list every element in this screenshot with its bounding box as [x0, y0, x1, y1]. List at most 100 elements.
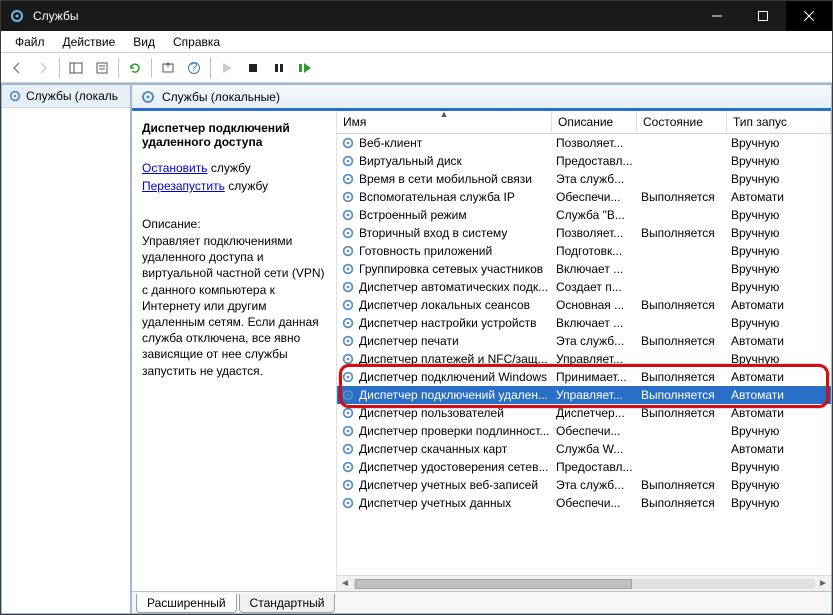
service-startup: Вручную: [727, 478, 831, 492]
table-row[interactable]: Группировка сетевых участниковВключает .…: [337, 260, 831, 278]
view-tabs: Расширенный Стандартный: [132, 591, 831, 613]
table-row[interactable]: Встроенный режимСлужба "В...Вручную: [337, 206, 831, 224]
service-desc: Управляет...: [552, 352, 637, 366]
scroll-left-icon[interactable]: ◄: [337, 578, 353, 589]
table-row[interactable]: Диспетчер скачанных картСлужба W...Автом…: [337, 440, 831, 458]
tree-item-services[interactable]: Службы (локаль: [2, 85, 130, 108]
col-startup[interactable]: Тип запус: [727, 111, 831, 133]
services-window: Службы Файл Действие Вид Справка ?: [0, 0, 833, 615]
service-desc: Включает ...: [552, 316, 637, 330]
table-row[interactable]: Диспетчер учетных веб-записейЭта служб..…: [337, 476, 831, 494]
list-body[interactable]: Веб-клиентПозволяет...ВручнуюВиртуальный…: [337, 134, 831, 575]
gear-icon: [341, 388, 355, 402]
service-state: Выполняется: [637, 478, 727, 492]
restart-service-link[interactable]: Перезапустить: [142, 179, 225, 193]
service-desc: Управляет...: [552, 388, 637, 402]
gear-icon: [341, 424, 355, 438]
table-row[interactable]: Диспетчер автоматических подк...Создает …: [337, 278, 831, 296]
forward-button[interactable]: [31, 56, 55, 80]
gear-icon: [341, 334, 355, 348]
menu-action[interactable]: Действие: [55, 33, 124, 51]
minimize-button[interactable]: [694, 1, 740, 31]
refresh-button[interactable]: [123, 56, 147, 80]
service-startup: Вручную: [727, 154, 831, 168]
service-desc: Диспетчер...: [552, 406, 637, 420]
gear-icon: [341, 208, 355, 222]
properties-button[interactable]: [90, 56, 114, 80]
pause-service-button[interactable]: [267, 56, 291, 80]
show-hide-button[interactable]: [64, 56, 88, 80]
service-desc: Создает п...: [552, 280, 637, 294]
service-name: Диспетчер настройки устройств: [359, 316, 536, 330]
table-row[interactable]: Виртуальный дискПредоставл...Вручную: [337, 152, 831, 170]
table-row[interactable]: Диспетчер платежей и NFC/защ...Управляет…: [337, 350, 831, 368]
service-name: Веб-клиент: [359, 136, 422, 150]
service-startup: Вручную: [727, 172, 831, 186]
gear-icon: [341, 172, 355, 186]
menu-view[interactable]: Вид: [125, 33, 163, 51]
stop-service-link[interactable]: Остановить: [142, 161, 208, 175]
service-desc: Служба W...: [552, 442, 637, 456]
table-row[interactable]: Диспетчер локальных сеансовОсновная ...В…: [337, 296, 831, 314]
table-row[interactable]: Диспетчер подключений удален...Управляет…: [337, 386, 831, 404]
service-desc: Обеспечи...: [552, 190, 637, 204]
table-row[interactable]: Диспетчер подключений WindowsПринимает..…: [337, 368, 831, 386]
service-desc: Обеспечи...: [552, 424, 637, 438]
table-row[interactable]: Вторичный вход в системуПозволяет...Выпо…: [337, 224, 831, 242]
gear-icon: [341, 154, 355, 168]
service-name: Диспетчер печати: [359, 334, 459, 348]
gear-icon: [341, 136, 355, 150]
table-row[interactable]: Время в сети мобильной связиЭта служб...…: [337, 170, 831, 188]
service-startup: Автомати: [727, 406, 831, 420]
service-startup: Вручную: [727, 424, 831, 438]
stop-service-button[interactable]: [241, 56, 265, 80]
export-button[interactable]: [156, 56, 180, 80]
table-row[interactable]: Готовность приложенийПодготовк...Вручную: [337, 242, 831, 260]
table-row[interactable]: Веб-клиентПозволяет...Вручную: [337, 134, 831, 152]
menu-help[interactable]: Справка: [165, 33, 228, 51]
horizontal-scrollbar[interactable]: ◄ ►: [337, 575, 831, 591]
service-startup: Вручную: [727, 136, 831, 150]
col-state[interactable]: Состояние: [637, 111, 727, 133]
titlebar[interactable]: Службы: [1, 1, 832, 31]
gear-icon: [341, 190, 355, 204]
gear-icon: [341, 244, 355, 258]
service-desc: Основная ...: [552, 298, 637, 312]
gear-icon: [341, 352, 355, 366]
menubar: Файл Действие Вид Справка: [1, 31, 832, 53]
col-description[interactable]: Описание: [552, 111, 637, 133]
tab-standard[interactable]: Стандартный: [239, 594, 336, 613]
tab-extended[interactable]: Расширенный: [136, 594, 237, 613]
service-startup: Вручную: [727, 352, 831, 366]
scroll-thumb[interactable]: [355, 579, 632, 589]
table-row[interactable]: Диспетчер пользователейДиспетчер...Выпол…: [337, 404, 831, 422]
window-buttons: [694, 1, 832, 31]
table-row[interactable]: Вспомогательная служба IPОбеспечи...Выпо…: [337, 188, 831, 206]
table-row[interactable]: Диспетчер проверки подлинност...Обеспечи…: [337, 422, 831, 440]
gear-icon: [341, 406, 355, 420]
back-button[interactable]: [5, 56, 29, 80]
restart-service-button[interactable]: [293, 56, 317, 80]
table-row[interactable]: Диспетчер удостоверения сетев...Предоста…: [337, 458, 831, 476]
table-row[interactable]: Диспетчер учетных данныхОбеспечи...Выпол…: [337, 494, 831, 512]
maximize-button[interactable]: [740, 1, 786, 31]
close-button[interactable]: [786, 1, 832, 31]
scroll-right-icon[interactable]: ►: [815, 578, 831, 589]
table-row[interactable]: Диспетчер настройки устройств Включает ..…: [337, 314, 831, 332]
col-name[interactable]: ▲Имя: [337, 111, 552, 133]
tree-pane[interactable]: Службы (локаль: [1, 84, 131, 614]
service-name: Диспетчер локальных сеансов: [359, 298, 530, 312]
content-area: Службы (локаль Службы (локальные) Диспет…: [1, 83, 832, 614]
help-button[interactable]: ?: [182, 56, 206, 80]
table-row[interactable]: Диспетчер печатиЭта служб...ВыполняетсяА…: [337, 332, 831, 350]
service-startup: Вручную: [727, 226, 831, 240]
service-name: Вспомогательная служба IP: [359, 190, 515, 204]
service-list: ▲Имя Описание Состояние Тип запус Веб-кл…: [337, 111, 831, 591]
gear-icon: [341, 442, 355, 456]
menu-file[interactable]: Файл: [7, 33, 53, 51]
gear-icon: [341, 226, 355, 240]
service-name: Готовность приложений: [359, 244, 492, 258]
service-desc: Эта служб...: [552, 172, 637, 186]
service-startup: Автомати: [727, 190, 831, 204]
start-service-button[interactable]: [215, 56, 239, 80]
